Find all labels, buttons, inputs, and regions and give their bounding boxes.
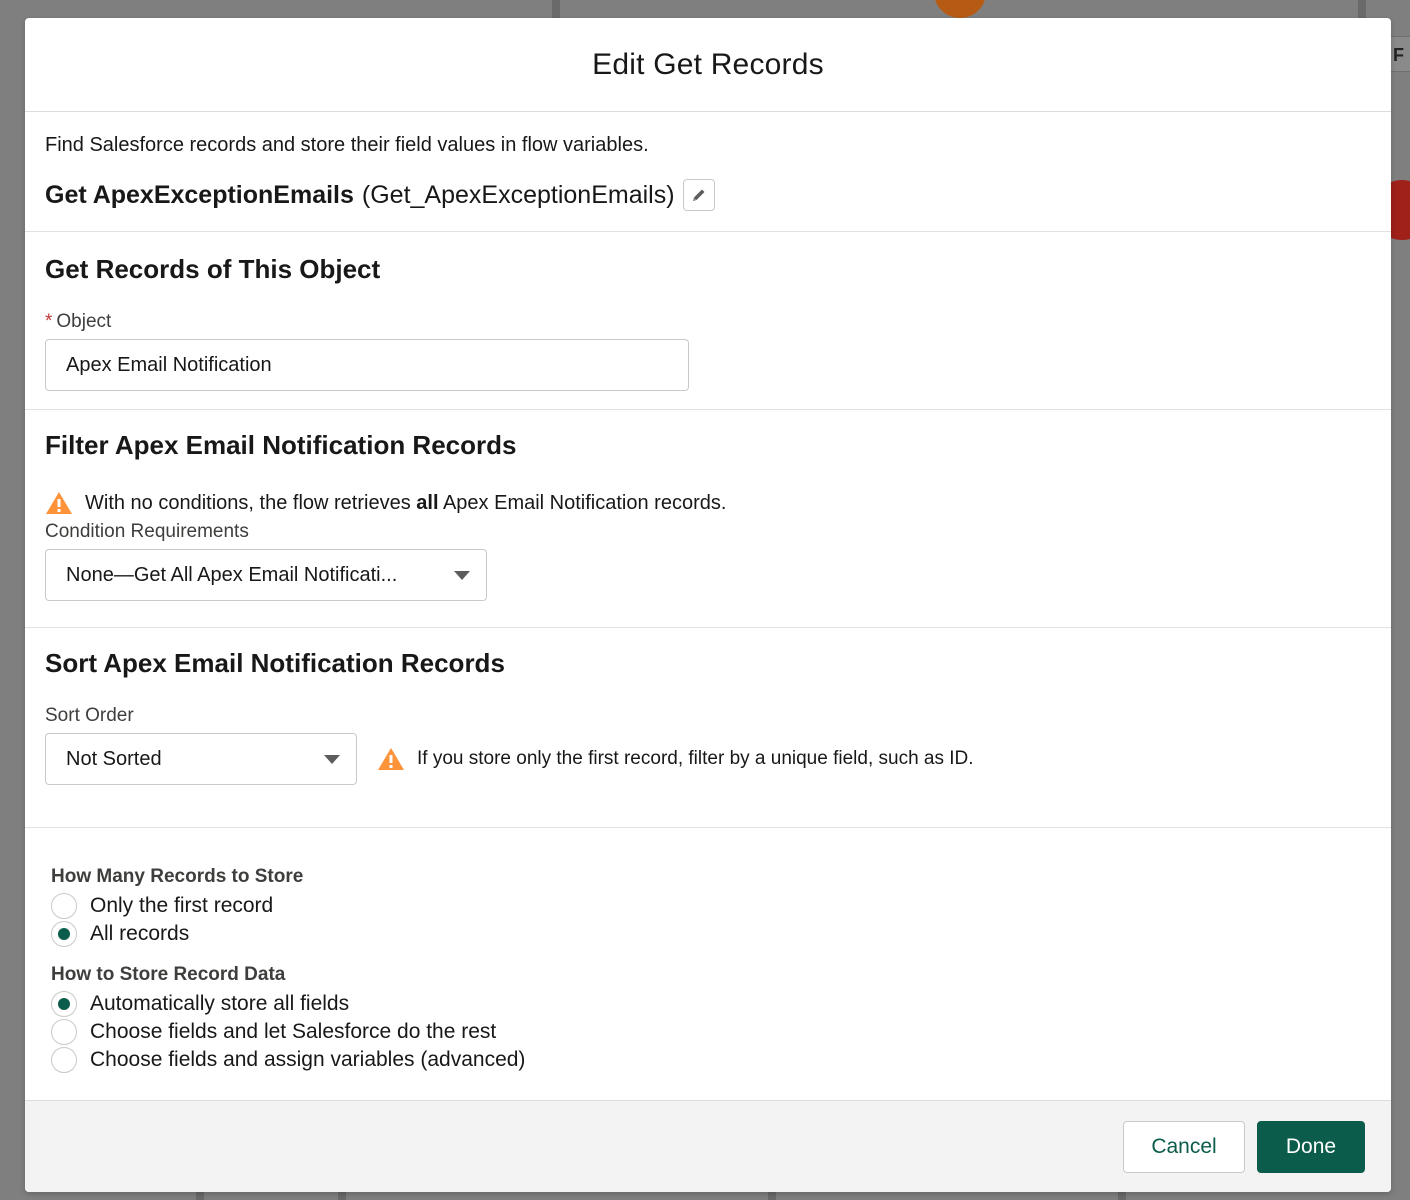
object-field-label: * Object [45,311,112,332]
modal-footer: Cancel Done [25,1100,1391,1192]
radio-option-choose-fields-salesforce[interactable]: Choose fields and let Salesforce do the … [51,1018,1365,1046]
edit-get-records-modal: Edit Get Records Find Salesforce records… [25,18,1391,1192]
modal-title: Edit Get Records [592,47,824,81]
done-button[interactable]: Done [1257,1120,1365,1173]
radio-button[interactable] [51,991,77,1017]
how-to-store-radio-group: Automatically store all fields Choose fi… [51,990,1365,1074]
radio-button[interactable] [51,1047,77,1073]
how-many-records-label: How Many Records to Store [51,866,304,887]
chevron-down-icon [324,754,340,764]
radio-button[interactable] [51,893,77,919]
modal-header: Edit Get Records [25,18,1391,112]
radio-button[interactable] [51,1019,77,1045]
condition-requirements-value: None—Get All Apex Email Notificati... [66,563,398,586]
object-input[interactable]: Apex Email Notification [45,339,689,391]
canvas-node-orange[interactable] [934,0,986,18]
sort-order-value: Not Sorted [66,747,162,770]
sort-warning: If you store only the first record, filt… [377,747,974,771]
condition-requirements-select[interactable]: None—Get All Apex Email Notificati... [45,549,487,601]
element-api-name: (Get_ApexExceptionEmails) [361,180,675,209]
sort-section-title: Sort Apex Email Notification Records [45,648,505,678]
filter-section: Filter Apex Email Notification Records W… [25,410,1391,628]
chevron-down-icon [454,570,470,580]
radio-option-auto-store[interactable]: Automatically store all fields [51,990,1365,1018]
sort-section: Sort Apex Email Notification Records Sor… [25,628,1391,828]
radio-option-first-record[interactable]: Only the first record [51,892,1365,920]
warning-icon [45,491,73,515]
object-section: Get Records of This Object * Object Apex … [25,232,1391,410]
radio-option-all-records[interactable]: All records [51,920,1365,948]
object-input-value: Apex Email Notification [66,353,272,376]
element-description: Find Salesforce records and store their … [45,134,649,156]
pencil-icon [692,189,705,201]
how-many-radio-group: Only the first record All records [51,892,1365,948]
element-intro: Find Salesforce records and store their … [25,112,1391,232]
connector-line [1358,0,1366,18]
sort-warning-text: If you store only the first record, filt… [417,748,974,769]
cancel-button[interactable]: Cancel [1123,1120,1245,1173]
radio-button[interactable] [51,921,77,947]
sort-order-label: Sort Order [45,705,134,726]
sort-row: Not Sorted If you store only the first r… [45,733,1371,785]
filter-warning-text: With no conditions, the flow retrieves a… [85,491,727,514]
required-marker: * [45,311,53,332]
filter-warning: With no conditions, the flow retrieves a… [45,491,1371,515]
connector-line [552,0,560,18]
element-label: Get ApexExceptionEmails [45,180,354,209]
radio-option-choose-fields-advanced[interactable]: Choose fields and assign variables (adva… [51,1046,1365,1074]
element-name-line: Get ApexExceptionEmails (Get_ApexExcepti… [45,179,1371,211]
store-section: How Many Records to Store Only the first… [25,828,1391,1100]
sort-order-select[interactable]: Not Sorted [45,733,357,785]
how-to-store-label: How to Store Record Data [51,964,286,985]
warning-icon [377,747,405,771]
filter-section-title: Filter Apex Email Notification Records [45,430,517,460]
condition-requirements-label: Condition Requirements [45,521,249,542]
edit-label-button[interactable] [682,179,715,211]
object-section-title: Get Records of This Object [45,254,381,284]
